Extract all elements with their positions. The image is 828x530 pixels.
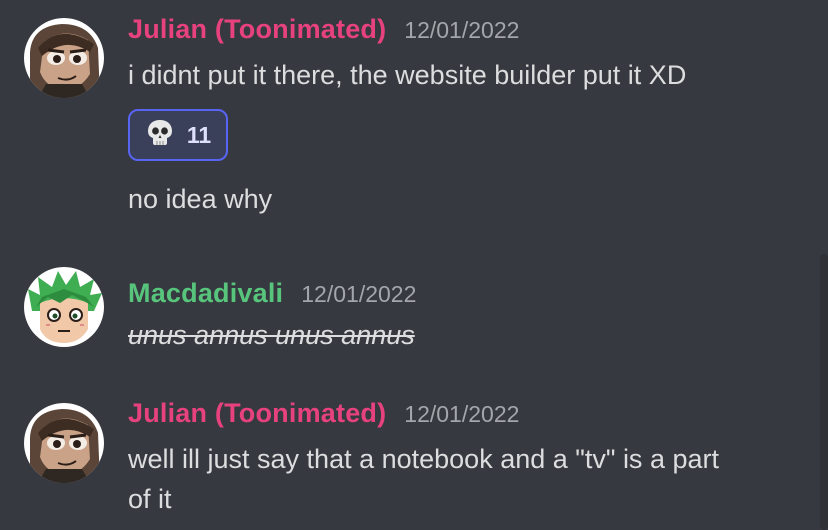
- scrollbar[interactable]: [820, 254, 828, 530]
- timestamp[interactable]: 12/01/2022: [404, 17, 519, 44]
- author-name[interactable]: Julian (Toonimated): [128, 14, 386, 45]
- timestamp[interactable]: 12/01/2022: [404, 401, 519, 428]
- message-text: no idea why: [128, 184, 273, 214]
- message-header: Macdadivali 12/01/2022: [128, 278, 416, 309]
- timestamp[interactable]: 12/01/2022: [301, 281, 416, 308]
- message-group: Julian (Toonimated) 12/01/2022 i didnt p…: [0, 0, 828, 240]
- strikethrough-text: unus annus unus annus: [128, 320, 415, 350]
- avatar[interactable]: [24, 267, 104, 347]
- message-text: i didnt put it there, the website builde…: [128, 60, 687, 90]
- author-name[interactable]: Julian (Toonimated): [128, 398, 386, 429]
- message-header: Julian (Toonimated) 12/01/2022: [128, 14, 519, 45]
- message-header: Julian (Toonimated) 12/01/2022: [128, 398, 519, 429]
- reaction-count: 11: [186, 121, 212, 148]
- message-group: Macdadivali 12/01/2022 unus annus unus a…: [0, 240, 828, 370]
- message-text: unus annus unus annus: [128, 320, 415, 351]
- reaction-button[interactable]: 11: [128, 109, 228, 161]
- author-name[interactable]: Macdadivali: [128, 278, 283, 309]
- message-group: Julian (Toonimated) 12/01/2022 well ill …: [0, 370, 828, 530]
- skull-emoji-icon: [145, 118, 175, 153]
- avatar[interactable]: [24, 403, 104, 483]
- message-text: well ill just say that a notebook and a …: [128, 444, 719, 474]
- message-text: of it: [128, 484, 172, 514]
- avatar[interactable]: [24, 18, 104, 98]
